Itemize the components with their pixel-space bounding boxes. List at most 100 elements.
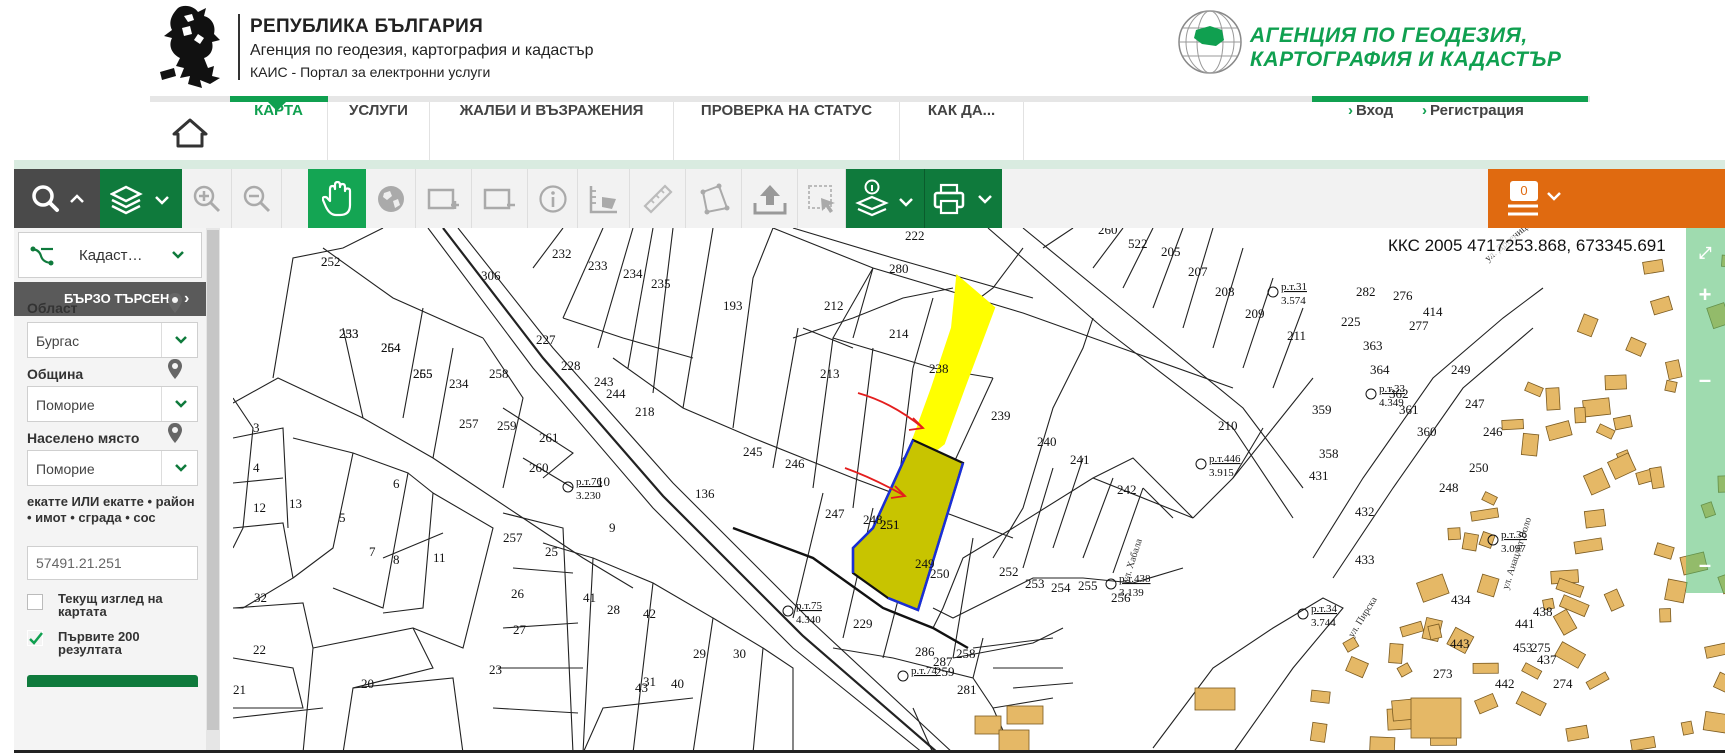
location-pin-icon[interactable] — [167, 422, 183, 444]
zoom-out-button[interactable] — [232, 169, 282, 228]
parcel-boundaries — [233, 228, 1544, 753]
cadastre-layer-icon — [30, 246, 54, 266]
chevron-right-icon: › — [184, 290, 190, 307]
add-rect-button[interactable] — [416, 169, 472, 228]
parcel-label: 251 — [880, 517, 900, 532]
globe-button[interactable] — [366, 169, 416, 228]
nav-complaints[interactable]: ЖАЛБИ И ВЪЗРАЖЕНИЯ — [430, 102, 674, 160]
building — [1642, 258, 1665, 275]
agency-name-line1: АГЕНЦИЯ ПО ГЕОДЕЗИЯ, — [1250, 24, 1528, 47]
parcel-label: 7 — [369, 544, 376, 559]
parcel-label: 248 — [1439, 480, 1459, 495]
parcel-label: 257 — [459, 416, 479, 431]
ruler-button[interactable] — [630, 169, 686, 228]
parcel-label: 218 — [635, 404, 655, 419]
first200-checkbox[interactable] — [27, 630, 43, 646]
identifier-input-box[interactable] — [27, 546, 198, 580]
parcel-label: 42 — [643, 606, 656, 621]
info-button[interactable] — [528, 169, 578, 228]
login-link[interactable]: › Вход — [1348, 102, 1393, 160]
current-view-checkbox[interactable] — [27, 594, 43, 610]
fullscreen-button[interactable]: ⤢ — [1688, 238, 1722, 272]
parcel-label: 23 — [489, 662, 502, 677]
parcel-label: 205 — [1161, 244, 1181, 259]
remove-rect-button[interactable] — [472, 169, 528, 228]
location-pin-icon[interactable] — [167, 358, 183, 380]
polygon-button[interactable] — [686, 169, 742, 228]
layers-tool-button[interactable] — [100, 169, 182, 228]
parcel-label: 20 — [361, 676, 374, 691]
map-zoom-slider-up[interactable]: – — [1688, 364, 1722, 398]
print-button[interactable] — [924, 169, 1002, 228]
layer-info-button[interactable] — [846, 169, 924, 228]
search-submit-button[interactable] — [27, 675, 198, 687]
parcel-label: 208 — [1215, 284, 1235, 299]
parcel-label: 232 — [552, 246, 572, 261]
parcel-label: 253 — [1025, 576, 1045, 591]
settlement-value: Поморие — [36, 461, 95, 477]
parcel-label: 246 — [1483, 424, 1503, 439]
survey-point-value: 3.139 — [1119, 587, 1144, 599]
building — [1664, 379, 1678, 393]
parcel-label: 252 — [321, 254, 341, 269]
nav-map[interactable]: КАРТА — [230, 102, 328, 160]
parcel-label: 276 — [1393, 288, 1413, 303]
select-button[interactable] — [798, 169, 846, 228]
parcel-label: 27 — [513, 622, 527, 637]
green-band — [14, 160, 1725, 169]
parcel-label: 12 — [253, 500, 266, 515]
map-zoom-out-button[interactable]: – — [1688, 549, 1722, 583]
zoom-out-icon — [243, 185, 270, 212]
upload-button[interactable] — [742, 169, 798, 228]
parcel-238-highlight[interactable] — [910, 273, 996, 467]
brand-text: РЕПУБЛИКА БЪЛГАРИЯ Агенция по геодезия, … — [250, 16, 594, 80]
parcel-label: 255 — [413, 366, 433, 381]
home-icon[interactable] — [170, 116, 210, 148]
nav-status-check[interactable]: ПРОВЕРКА НА СТАТУС — [674, 102, 900, 160]
survey-point-label: р.т.34 — [1311, 603, 1337, 615]
search-tool-button[interactable] — [14, 169, 100, 228]
parcel-label: 240 — [1037, 434, 1057, 449]
building — [1545, 420, 1573, 442]
chevron-right-icon: › — [1348, 102, 1353, 119]
cart-count-badge: 0 — [1510, 181, 1538, 201]
identifier-input[interactable] — [36, 548, 196, 578]
pan-button[interactable] — [308, 169, 366, 228]
parcel-label: 253 — [339, 326, 359, 341]
coat-of-arms-icon — [160, 5, 220, 89]
location-pin-icon[interactable] — [167, 292, 183, 314]
agency-name: АГЕНЦИЯ ПО ГЕОДЕЗИЯ, КАРТОГРАФИЯ И КАДАС… — [1250, 24, 1561, 72]
parcel-label: 254 — [381, 340, 401, 355]
cart-button[interactable]: 0 — [1488, 169, 1725, 228]
register-link[interactable]: › Регистрация — [1422, 102, 1524, 160]
map-toolbar: 0 — [14, 169, 1725, 228]
layer-selector[interactable]: Кадаст… — [18, 232, 202, 278]
municipality-select[interactable]: Поморие — [27, 386, 198, 422]
cadastral-map[interactable]: 2 233 264 265 234 306 227 228 243 244 232 233 234 235… — [233, 228, 1725, 753]
building — [1625, 336, 1647, 357]
chevron-down-icon — [175, 400, 187, 408]
survey-point-marker — [782, 605, 794, 617]
map-zoom-in-button[interactable]: + — [1688, 279, 1722, 313]
upload-icon — [753, 184, 786, 214]
parcel-label: 6 — [393, 476, 400, 491]
login-label: Вход — [1356, 102, 1394, 119]
parcel-label: 275 — [1531, 640, 1551, 655]
parcel-label: 4 — [253, 460, 260, 475]
settlement-select[interactable]: Поморие — [27, 450, 198, 486]
street-name: ул. Пирска — [1346, 595, 1380, 640]
nav-how-to[interactable]: КАК ДА... — [900, 102, 1024, 160]
agency-logo[interactable]: АГЕНЦИЯ ПО ГЕОДЕЗИЯ, КАРТОГРАФИЯ И КАДАС… — [1176, 8, 1596, 80]
sidebar-scroll-thumb[interactable] — [207, 230, 219, 730]
region-select[interactable]: Бургас — [27, 322, 198, 358]
nav-services[interactable]: УСЛУГИ — [328, 102, 430, 160]
zoom-in-button[interactable] — [182, 169, 232, 228]
building — [1524, 381, 1544, 398]
building — [1545, 387, 1561, 411]
building — [1604, 374, 1627, 391]
parcel-label: 3 — [253, 420, 260, 435]
map-canvas[interactable]: 2233264265234306227228243244232233234235… — [233, 228, 1725, 753]
area-measure-button[interactable] — [578, 169, 630, 228]
select-separator — [161, 387, 162, 421]
brand-left[interactable]: РЕПУБЛИКА БЪЛГАРИЯ Агенция по геодезия, … — [154, 4, 604, 92]
